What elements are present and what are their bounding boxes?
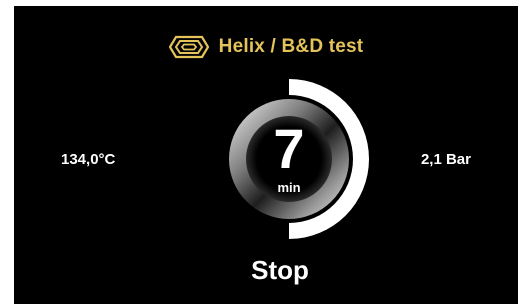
time-remaining-value: 7: [273, 117, 305, 180]
helix-hexagon-icon: [168, 35, 209, 59]
stop-button[interactable]: Stop: [216, 250, 344, 290]
timer-dial: 7 min: [207, 74, 371, 244]
time-unit-label: min: [277, 180, 301, 195]
program-header: Helix / B&D test: [14, 30, 518, 64]
temperature-readout: 134,0°C: [61, 151, 116, 168]
program-title: Helix / B&D test: [218, 36, 364, 57]
pressure-readout: 2,1 Bar: [420, 151, 471, 168]
sterilizer-screen: Helix / B&D test 134,0°C 2,1 Bar 7 min S…: [14, 6, 518, 304]
